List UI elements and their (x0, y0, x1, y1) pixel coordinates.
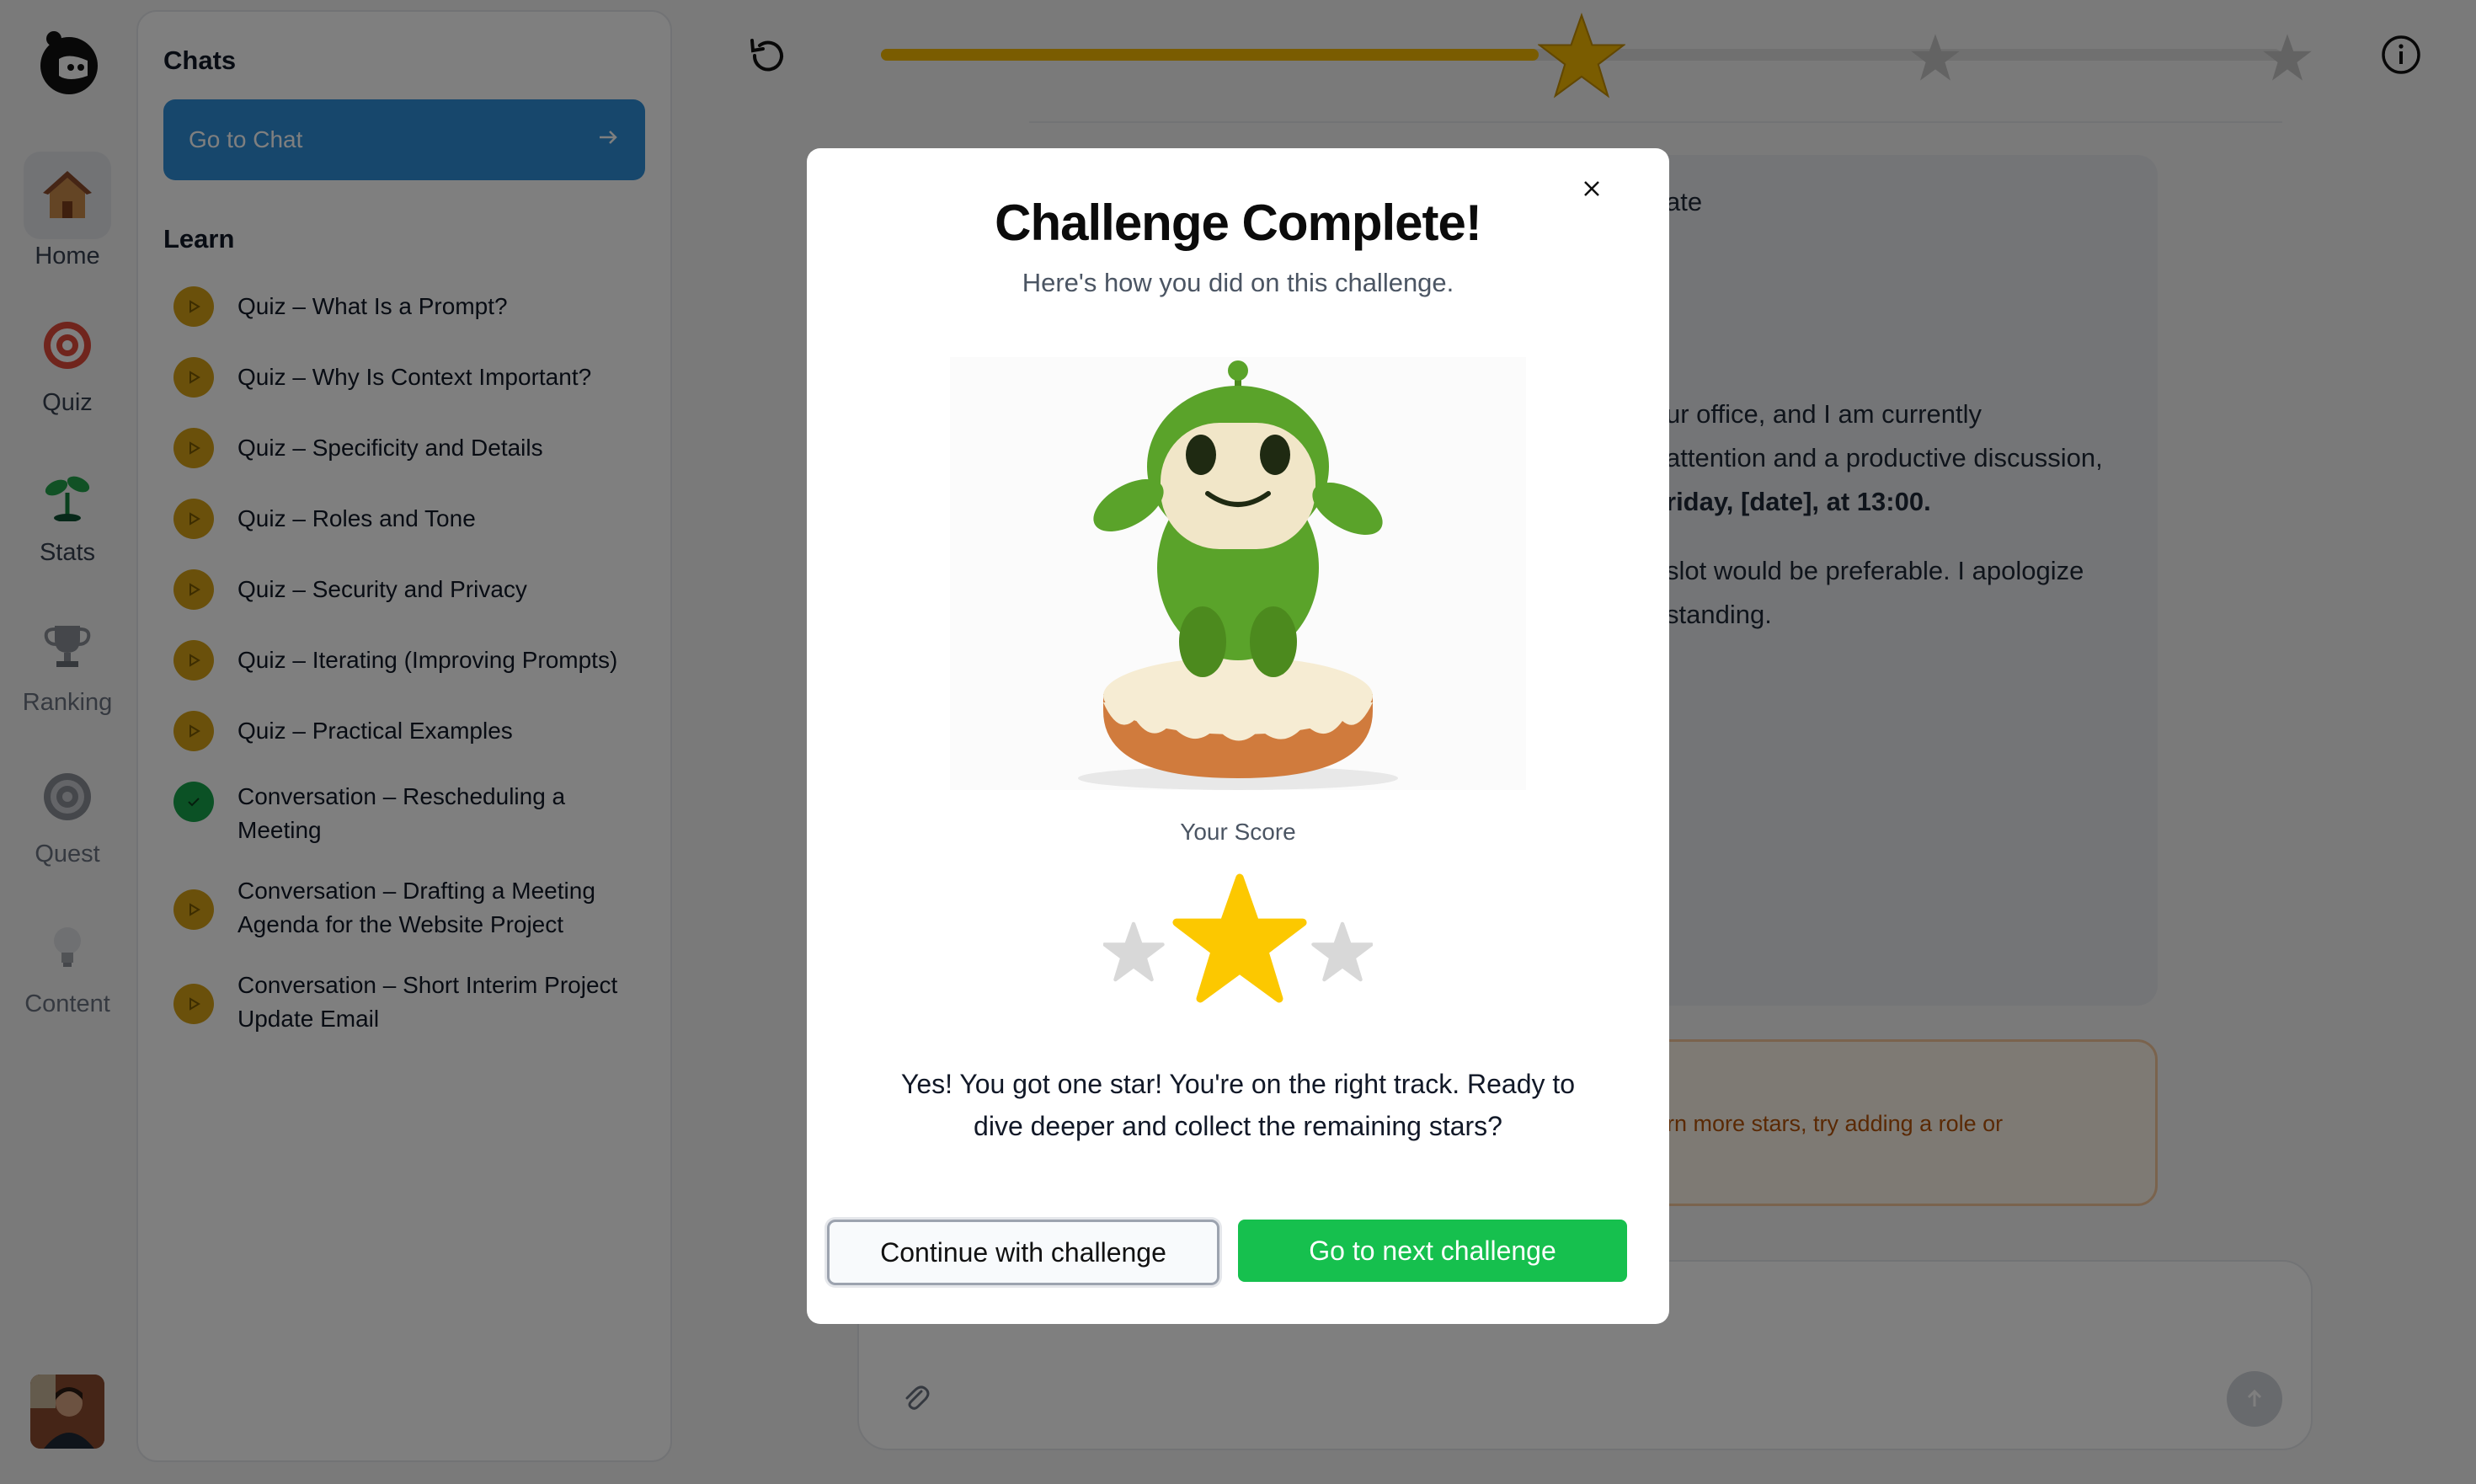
result-message: Yes! You got one star! You're on the rig… (900, 1069, 1576, 1141)
score-star-empty-icon (1311, 921, 1374, 982)
score-star-empty-icon (1102, 921, 1165, 982)
next-challenge-button[interactable]: Go to next challenge (1238, 1220, 1627, 1282)
score-label: Your Score (1180, 819, 1296, 845)
modal-subtitle: Here's how you did on this challenge. (1022, 268, 1454, 297)
modal-title: Challenge Complete! (995, 195, 1482, 251)
mascot-illustration (950, 357, 1526, 790)
score-star-earned-icon (1172, 873, 1307, 1003)
score-stars (1102, 873, 1374, 1007)
continue-challenge-button[interactable]: Continue with challenge (827, 1220, 1219, 1285)
challenge-complete-modal: Challenge Complete! Here's how you did o… (807, 148, 1669, 1324)
